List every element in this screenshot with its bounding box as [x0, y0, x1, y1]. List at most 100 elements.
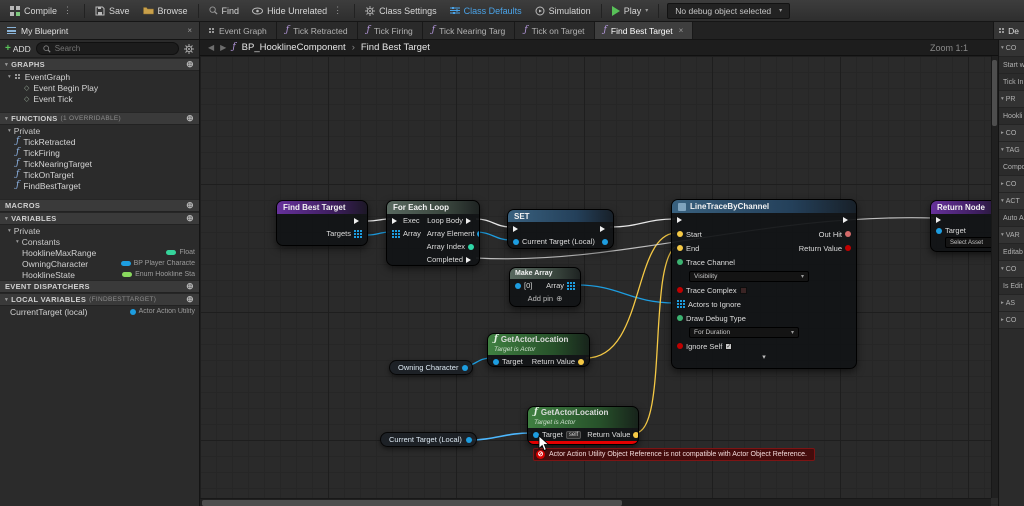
play-button[interactable]: Play ▾	[606, 3, 655, 19]
horizontal-scrollbar[interactable]	[200, 498, 991, 506]
exec-in-pin[interactable]	[936, 216, 944, 223]
save-button[interactable]: Save	[89, 3, 136, 19]
details-property[interactable]: Start w	[999, 57, 1024, 74]
tab-tick-nearing-target[interactable]: ƒ Tick Nearing Targ	[422, 22, 516, 39]
vector-out-pin[interactable]	[578, 358, 584, 365]
node-header[interactable]: LineTraceByChannel	[672, 200, 856, 213]
exec-out-pin[interactable]	[354, 217, 362, 224]
node-line-trace-by-channel[interactable]: LineTraceByChannel Start Out Hit End Retur…	[671, 199, 857, 369]
bool-in-pin[interactable]	[677, 343, 683, 349]
section-graphs[interactable]: ▾ GRAPHS ⊕	[0, 58, 199, 71]
ignore-self-checkbox[interactable]: ✓	[725, 342, 733, 350]
breadcrumb-current[interactable]: Find Best Target	[361, 42, 430, 53]
array-out-pin[interactable]	[567, 281, 575, 290]
details-category[interactable]: ▸ CO	[999, 176, 1024, 193]
target-in-pin[interactable]	[936, 227, 942, 234]
details-property[interactable]: Is Edit	[999, 278, 1024, 295]
panel-settings-gear-icon[interactable]	[184, 43, 194, 54]
node-header[interactable]: Return Node	[931, 201, 998, 214]
node-header[interactable]: Find Best Target	[277, 201, 367, 214]
variable-row-hooklinestate[interactable]: HooklineState Enum Hookline Sta	[0, 269, 199, 280]
variables-group-private[interactable]: ▾ Private	[0, 225, 199, 236]
tab-find-best-target[interactable]: ƒ Find Best Target ×	[594, 22, 694, 39]
bool-out-pin[interactable]	[845, 245, 851, 251]
node-return[interactable]: Return Node Target Select Asset▾	[930, 200, 998, 252]
compile-button[interactable]: Compile ⋮	[4, 2, 80, 19]
class-defaults-button[interactable]: Class Defaults	[444, 3, 528, 19]
array-in-pin[interactable]	[392, 229, 400, 238]
details-property[interactable]: Compo	[999, 159, 1024, 176]
hide-unrelated-button[interactable]: Hide Unrelated ⋮	[246, 2, 350, 19]
compile-options-icon[interactable]: ⋮	[61, 5, 74, 16]
function-item-tickretracted[interactable]: ƒ TickRetracted	[0, 136, 199, 147]
section-macros[interactable]: MACROS ⊕	[0, 199, 199, 212]
array-out-pin[interactable]	[354, 229, 362, 238]
graph-item-eventgraph[interactable]: ▾ EventGraph	[0, 71, 199, 82]
tab-tick-on-target[interactable]: ƒ Tick on Target	[515, 22, 595, 39]
event-item-begin-play[interactable]: ◇ Event Begin Play	[0, 82, 199, 93]
local-variable-row-currenttarget[interactable]: CurrentTarget (local) Actor Action Utili…	[0, 306, 199, 317]
exec-in-pin[interactable]	[513, 225, 521, 232]
node-collapse-arrow-icon[interactable]: ▾	[672, 353, 856, 363]
variable-row-owningcharacter[interactable]: OwningCharacter BP Player Characte	[0, 258, 199, 269]
int-out-pin[interactable]	[468, 243, 474, 250]
object-out-pin[interactable]	[465, 436, 472, 443]
add-dispatcher-icon[interactable]: ⊕	[186, 282, 194, 291]
play-caret-icon[interactable]: ▾	[645, 7, 648, 14]
variables-group-constants[interactable]: ▾ Constants	[0, 236, 199, 247]
add-pin-icon[interactable]: ⊕	[556, 294, 562, 303]
node-header[interactable]: Make Array	[510, 268, 580, 279]
add-button[interactable]: + ADD	[5, 43, 31, 54]
node-get-actor-location-a[interactable]: ƒ GetActorLocation Target is Actor Target…	[487, 333, 590, 367]
add-macro-icon[interactable]: ⊕	[186, 201, 194, 210]
node-header[interactable]: ƒ GetActorLocation Target is Actor	[528, 407, 638, 428]
close-icon[interactable]: ×	[187, 26, 192, 35]
node-header[interactable]: SET	[508, 210, 613, 222]
details-property[interactable]: Hookli	[999, 108, 1024, 125]
object-out-pin[interactable]	[477, 230, 479, 237]
add-function-icon[interactable]: ⊕	[186, 114, 194, 123]
section-event-dispatchers[interactable]: EVENT DISPATCHERS ⊕	[0, 280, 199, 293]
variable-row-hooklinemaxrange[interactable]: HooklineMaxRange Float	[0, 247, 199, 258]
end-in-pin[interactable]	[677, 245, 683, 251]
node-owning-character-getter[interactable]: Owning Character	[389, 360, 474, 375]
details-category[interactable]: ▸ CO	[999, 312, 1024, 329]
vector-out-pin[interactable]	[633, 431, 638, 438]
debug-object-select[interactable]: No debug object selected ▾	[667, 2, 791, 19]
object-in-pin[interactable]	[513, 238, 519, 245]
function-item-tickfiring[interactable]: ƒ TickFiring	[0, 147, 199, 158]
exec-out-pin[interactable]	[466, 217, 474, 224]
node-set-current-target[interactable]: SET Current Target (Local)	[507, 209, 614, 249]
node-current-target-getter[interactable]: Current Target (Local)	[380, 432, 477, 447]
enum-in-pin[interactable]	[677, 315, 683, 321]
node-for-each-loop[interactable]: For Each Loop Exec Loop Body Array Array E…	[386, 200, 480, 266]
my-blueprint-panel-tab[interactable]: My Blueprint ×	[0, 22, 200, 39]
node-make-array[interactable]: Make Array [0] Array Add pin ⊕	[509, 267, 581, 307]
bool-in-pin[interactable]	[677, 287, 683, 293]
enum-in-pin[interactable]	[677, 259, 683, 265]
close-icon[interactable]: ×	[679, 26, 684, 35]
details-property[interactable]: Tick In	[999, 74, 1024, 91]
blueprint-searchbox[interactable]	[35, 42, 179, 55]
scrollbar-thumb[interactable]	[992, 60, 997, 126]
node-header[interactable]: For Each Loop	[387, 201, 479, 214]
back-arrow-icon[interactable]: ◀	[208, 43, 214, 52]
search-input[interactable]	[54, 44, 172, 53]
object-out-pin[interactable]	[462, 364, 469, 371]
exec-out-pin[interactable]	[466, 256, 474, 263]
tab-event-graph[interactable]: Event Graph	[200, 22, 277, 39]
trace-channel-dropdown[interactable]: Visibility ▾	[689, 270, 809, 282]
add-graph-icon[interactable]: ⊕	[186, 60, 194, 69]
trace-complex-checkbox[interactable]	[739, 286, 747, 294]
hide-unrelated-options-icon[interactable]: ⋮	[331, 5, 344, 16]
exec-out-pin[interactable]	[843, 217, 851, 223]
breadcrumb-root[interactable]: BP_HooklineComponent	[242, 42, 346, 53]
tab-tick-retracted[interactable]: ƒ Tick Retracted	[276, 22, 358, 39]
function-item-findbesttarget[interactable]: ƒ FindBestTarget	[0, 180, 199, 191]
details-category[interactable]: ▾ TAG	[999, 142, 1024, 159]
object-out-pin[interactable]	[602, 238, 608, 245]
hit-result-out-pin[interactable]	[845, 231, 851, 237]
exec-out-pin[interactable]	[600, 225, 608, 232]
details-category[interactable]: ▾ CO	[999, 40, 1024, 57]
details-category[interactable]: ▸ CO	[999, 125, 1024, 142]
